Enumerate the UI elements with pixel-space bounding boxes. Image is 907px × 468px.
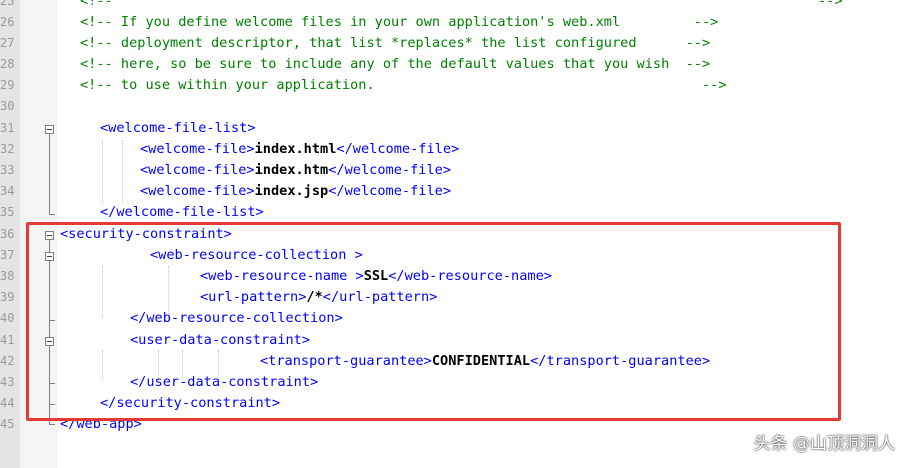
welcome-file-line: <welcome-file>index.html</welcome-file> bbox=[140, 141, 460, 157]
comment-line: <!-- --> bbox=[80, 0, 843, 9]
indent-guide bbox=[102, 140, 103, 204]
line-number: 25 bbox=[0, 0, 15, 8]
welcome-file-line: <welcome-file>index.htm</welcome-file> bbox=[140, 162, 452, 178]
line-number: 41 bbox=[0, 333, 15, 347]
line-number: 26 bbox=[0, 15, 15, 29]
line-number: 28 bbox=[0, 57, 15, 71]
line-number: 45 bbox=[0, 417, 15, 431]
line-number: 29 bbox=[0, 78, 15, 92]
fold-toggle-icon[interactable] bbox=[45, 125, 54, 134]
line-number: 39 bbox=[0, 290, 15, 304]
fold-line bbox=[49, 134, 50, 214]
welcome-file-line: <welcome-file>index.jsp</welcome-file> bbox=[140, 183, 452, 199]
line-number: 36 bbox=[0, 227, 15, 241]
line-number: 38 bbox=[0, 269, 15, 283]
highlight-box bbox=[26, 222, 841, 421]
line-number: 31 bbox=[0, 121, 15, 135]
indent-guide bbox=[122, 140, 123, 204]
comment-line: <!-- deployment descriptor, that list *r… bbox=[80, 35, 711, 51]
line-number: 34 bbox=[0, 184, 15, 198]
line-number: 44 bbox=[0, 396, 15, 410]
line-number: 42 bbox=[0, 354, 15, 368]
fold-end-marker bbox=[49, 424, 55, 425]
line-number: 35 bbox=[0, 205, 15, 219]
line-number: 30 bbox=[0, 99, 15, 113]
line-number: 32 bbox=[0, 142, 15, 156]
line-number: 40 bbox=[0, 311, 15, 325]
line-number: 37 bbox=[0, 248, 15, 262]
comment-line: <!-- to use within your application. --> bbox=[80, 77, 727, 93]
fold-end-marker bbox=[49, 214, 55, 215]
line-number: 33 bbox=[0, 163, 15, 177]
welcome-file-list-open: <welcome-file-list> bbox=[100, 120, 256, 136]
comment-line: <!-- here, so be sure to include any of … bbox=[80, 56, 711, 72]
watermark: 头条 @山顶洞洞人 bbox=[753, 434, 895, 454]
comment-line: <!-- If you define welcome files in your… bbox=[80, 14, 719, 30]
line-number: 43 bbox=[0, 375, 15, 389]
welcome-file-list-close: </welcome-file-list> bbox=[100, 204, 264, 220]
line-number: 27 bbox=[0, 36, 15, 50]
